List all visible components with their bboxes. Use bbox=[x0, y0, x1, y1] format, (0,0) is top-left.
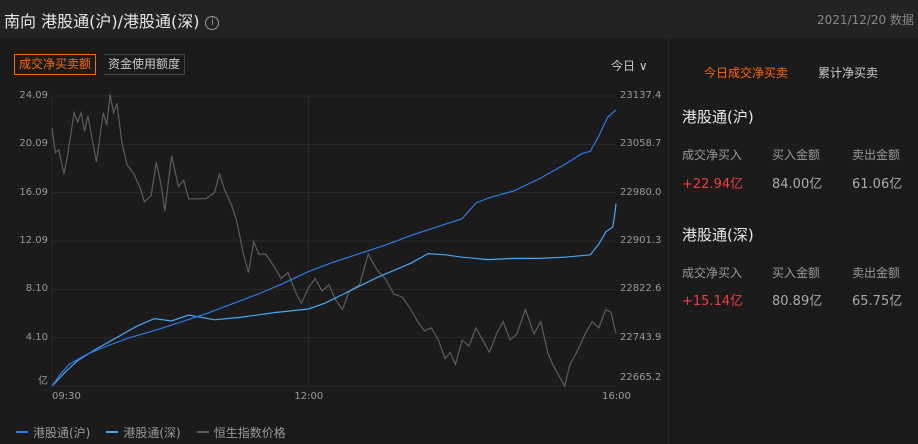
legend-item-hsi[interactable]: 恒生指数价格 bbox=[196, 424, 286, 441]
legend-label: 港股通(深) bbox=[123, 426, 181, 440]
legend-label: 恒生指数价格 bbox=[213, 426, 286, 440]
flow-chart bbox=[51, 94, 617, 388]
legend-swatch bbox=[106, 431, 119, 433]
y-right-tick: 22901.3 bbox=[620, 235, 662, 246]
y-left-tick: 20.09 bbox=[19, 138, 48, 150]
y-left-tick: 8.10 bbox=[25, 283, 48, 295]
y-right-tick: 22743.9 bbox=[620, 331, 662, 343]
x-tick: 16:00 bbox=[602, 391, 631, 402]
y-left-tick: 12.09 bbox=[19, 235, 48, 246]
y-right-tick: 23058.7 bbox=[620, 138, 662, 150]
y-left-tick: 16.09 bbox=[19, 186, 48, 198]
y-left-tick: 4.10 bbox=[25, 331, 48, 343]
legend-swatch bbox=[196, 431, 209, 433]
legend-swatch bbox=[16, 431, 28, 433]
legend-label: 港股通(沪) bbox=[33, 426, 91, 440]
legend-item-sz[interactable]: 港股通(深) bbox=[106, 424, 181, 441]
series-line-hsi bbox=[51, 94, 617, 388]
y-right-tick: 22980.0 bbox=[620, 186, 662, 198]
y-left-tick: 亿 bbox=[38, 376, 48, 387]
series-line-sh bbox=[51, 109, 617, 387]
y-right-tick: 22665.2 bbox=[620, 372, 662, 383]
x-tick: 12:00 bbox=[294, 391, 324, 402]
chart-legend: 港股通(沪) 港股通(深) 恒生指数价格 bbox=[16, 424, 286, 441]
y-left-tick: 24.09 bbox=[19, 90, 48, 101]
y-right-tick: 22822.6 bbox=[620, 283, 662, 295]
y-right-tick: 23137.4 bbox=[620, 90, 662, 101]
legend-item-sh[interactable]: 港股通(沪) bbox=[16, 424, 90, 441]
x-tick: 09:30 bbox=[52, 391, 81, 402]
